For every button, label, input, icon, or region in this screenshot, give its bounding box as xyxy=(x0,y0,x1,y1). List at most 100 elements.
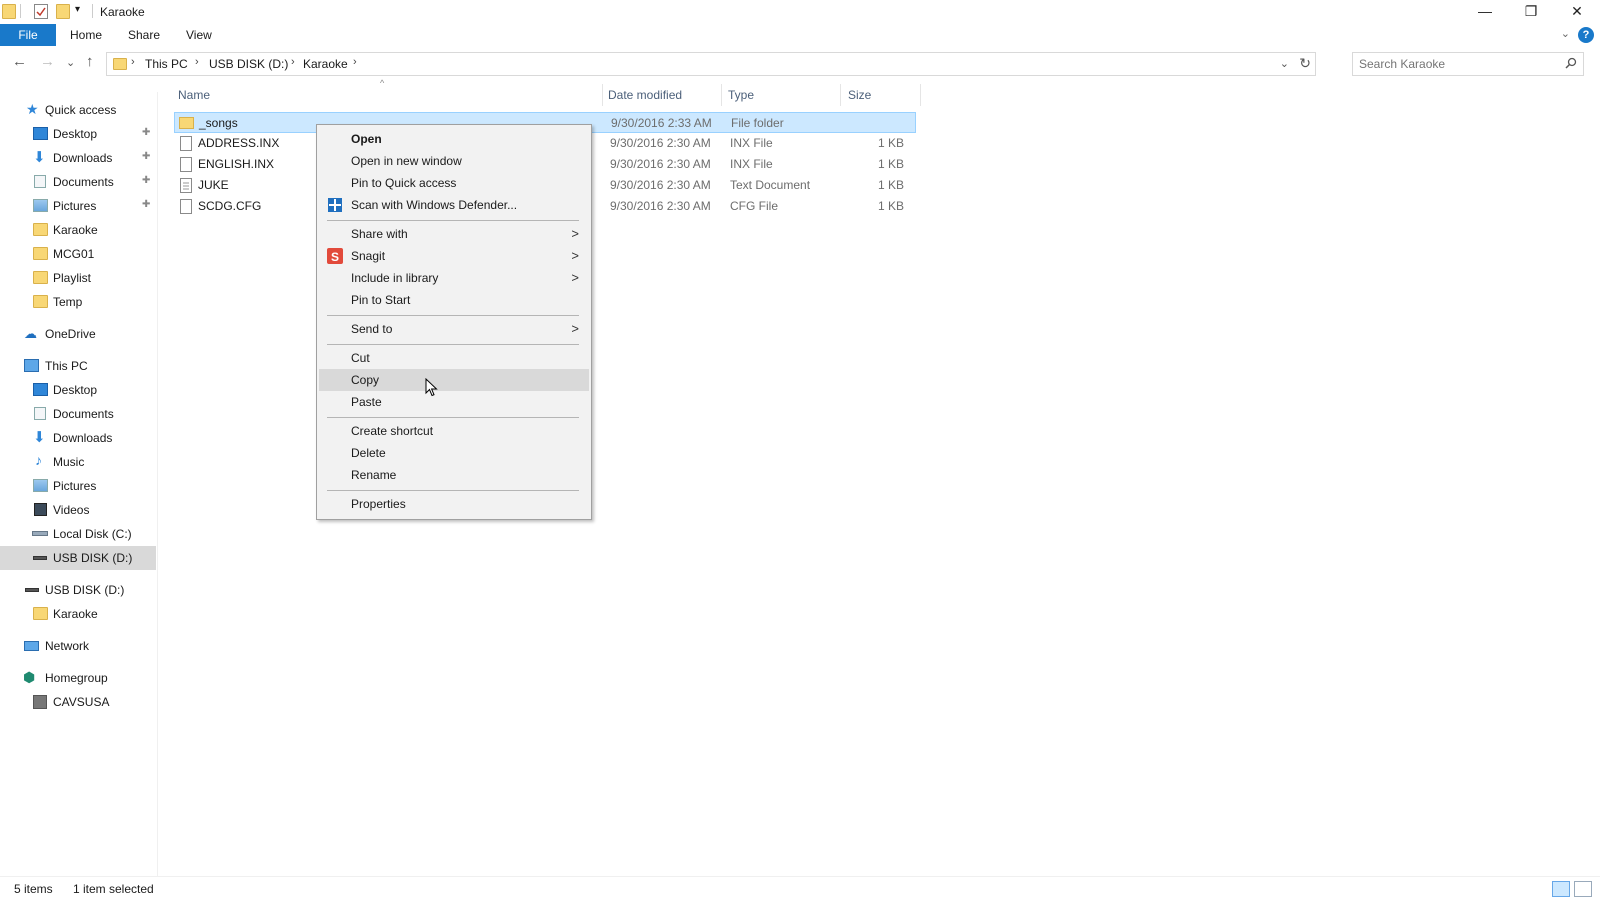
search-icon[interactable] xyxy=(1565,57,1577,69)
column-header-size[interactable]: Size xyxy=(848,88,871,102)
nav-item-usb-karaoke[interactable]: Karaoke xyxy=(0,602,156,626)
nav-item-pc-videos[interactable]: Videos xyxy=(0,498,156,522)
column-header-name[interactable]: Name xyxy=(178,88,210,102)
breadcrumb-separator[interactable]: › xyxy=(131,56,135,68)
menu-item-send-to[interactable]: Send to > xyxy=(319,318,589,340)
forward-button[interactable]: → xyxy=(40,53,55,70)
recent-locations-button[interactable]: ⌄ xyxy=(66,56,75,69)
menu-item-copy[interactable]: Copy xyxy=(319,369,589,391)
menu-item-paste[interactable]: Paste xyxy=(319,391,589,413)
pin-icon[interactable]: ✚ xyxy=(142,175,150,186)
breadcrumb-karaoke[interactable]: Karaoke xyxy=(303,57,348,71)
close-button[interactable]: ✕ xyxy=(1554,0,1600,22)
address-bar[interactable]: › This PC › USB DISK (D:) › Karaoke › ⌄ … xyxy=(106,52,1316,76)
menu-separator xyxy=(327,220,579,221)
nav-item-playlist[interactable]: Playlist xyxy=(0,266,156,290)
file-type: File folder xyxy=(731,116,784,130)
menu-item-scan-with-defender[interactable]: Scan with Windows Defender... xyxy=(319,194,589,216)
column-header-type[interactable]: Type xyxy=(728,88,754,102)
tab-view[interactable]: View xyxy=(186,24,212,46)
tab-share[interactable]: Share xyxy=(128,24,160,46)
navigation-pane: ★ Quick access Desktop ✚ ⬇ Downloads ✚ D… xyxy=(0,92,158,876)
nav-label: USB DISK (D:) xyxy=(53,551,133,565)
menu-item-include-in-library[interactable]: Include in library > xyxy=(319,267,589,289)
nav-item-cavsusa[interactable]: CAVSUSA xyxy=(0,690,156,714)
nav-item-mcg01[interactable]: MCG01 xyxy=(0,242,156,266)
breadcrumb-separator[interactable]: › xyxy=(291,56,295,68)
nav-label: Desktop xyxy=(53,127,98,141)
refresh-button[interactable]: ↻ xyxy=(1299,55,1311,72)
pin-icon[interactable]: ✚ xyxy=(142,199,150,210)
menu-item-snagit[interactable]: S Snagit > xyxy=(319,245,589,267)
nav-item-documents[interactable]: Documents ✚ xyxy=(0,170,156,194)
menu-item-open[interactable]: Open xyxy=(319,128,589,150)
nav-this-pc[interactable]: This PC xyxy=(0,354,156,378)
pin-icon[interactable]: ✚ xyxy=(142,151,150,162)
nav-quick-access[interactable]: ★ Quick access xyxy=(0,98,156,122)
search-input[interactable] xyxy=(1359,56,1549,72)
nav-item-pc-downloads[interactable]: ⬇ Downloads xyxy=(0,426,156,450)
tab-home[interactable]: Home xyxy=(70,24,102,46)
nav-onedrive[interactable]: ☁ OneDrive xyxy=(0,322,156,346)
menu-item-label: Rename xyxy=(351,468,397,482)
nav-item-karaoke[interactable]: Karaoke xyxy=(0,218,156,242)
nav-item-local-disk[interactable]: Local Disk (C:) xyxy=(0,522,156,546)
nav-homegroup[interactable]: ⬢ Homegroup xyxy=(0,666,156,690)
minimize-button[interactable]: — xyxy=(1462,0,1508,22)
tab-file[interactable]: File xyxy=(0,24,56,46)
nav-network[interactable]: Network xyxy=(0,634,156,658)
nav-item-pc-desktop[interactable]: Desktop xyxy=(0,378,156,402)
documents-icon xyxy=(34,407,46,420)
details-view-button[interactable] xyxy=(1552,881,1570,897)
nav-label: USB DISK (D:) xyxy=(45,583,125,597)
nav-item-temp[interactable]: Temp xyxy=(0,290,156,314)
menu-item-delete[interactable]: Delete xyxy=(319,442,589,464)
breadcrumb-this-pc[interactable]: This PC xyxy=(145,57,188,71)
back-button[interactable]: ← xyxy=(12,53,27,70)
drive-icon xyxy=(32,531,48,536)
nav-label: Homegroup xyxy=(45,671,108,685)
nav-item-pc-documents[interactable]: Documents xyxy=(0,402,156,426)
nav-label: This PC xyxy=(45,359,88,373)
column-header-date-modified[interactable]: Date modified xyxy=(608,88,682,102)
breadcrumb-separator[interactable]: › xyxy=(195,56,199,68)
pictures-icon xyxy=(33,199,48,212)
breadcrumb-separator[interactable]: › xyxy=(353,56,357,68)
nav-item-desktop[interactable]: Desktop ✚ xyxy=(0,122,156,146)
menu-item-share-with[interactable]: Share with > xyxy=(319,223,589,245)
menu-item-rename[interactable]: Rename xyxy=(319,464,589,486)
chevron-down-icon[interactable]: ⌄ xyxy=(1561,27,1570,40)
nav-item-pictures[interactable]: Pictures ✚ xyxy=(0,194,156,218)
menu-item-pin-to-start[interactable]: Pin to Start xyxy=(319,289,589,311)
search-box[interactable] xyxy=(1352,52,1584,76)
file-date: 9/30/2016 2:30 AM xyxy=(610,178,711,192)
column-divider[interactable] xyxy=(721,84,722,106)
nav-usb-disk[interactable]: USB DISK (D:) xyxy=(0,578,156,602)
menu-item-open-in-new-window[interactable]: Open in new window xyxy=(319,150,589,172)
properties-icon[interactable] xyxy=(34,4,48,19)
mouse-cursor-icon xyxy=(425,377,439,398)
up-button[interactable]: ↑ xyxy=(86,53,94,70)
menu-item-properties[interactable]: Properties xyxy=(319,493,589,515)
nav-item-usb-disk[interactable]: USB DISK (D:) xyxy=(0,546,156,570)
nav-item-pc-pictures[interactable]: Pictures xyxy=(0,474,156,498)
menu-item-pin-to-quick-access[interactable]: Pin to Quick access xyxy=(319,172,589,194)
customize-quick-access-icon[interactable]: ▾ xyxy=(75,4,80,15)
new-folder-icon[interactable] xyxy=(56,4,70,19)
menu-item-label: Pin to Start xyxy=(351,293,411,307)
large-icons-view-button[interactable] xyxy=(1574,881,1592,897)
file-type: INX File xyxy=(730,136,773,150)
nav-item-downloads[interactable]: ⬇ Downloads ✚ xyxy=(0,146,156,170)
address-dropdown-button[interactable]: ⌄ xyxy=(1280,57,1289,70)
menu-item-create-shortcut[interactable]: Create shortcut xyxy=(319,420,589,442)
column-divider[interactable] xyxy=(920,84,921,106)
breadcrumb-usb-disk[interactable]: USB DISK (D:) xyxy=(209,57,288,71)
nav-item-pc-music[interactable]: ♪ Music xyxy=(0,450,156,474)
column-divider[interactable] xyxy=(840,84,841,106)
videos-icon xyxy=(34,503,47,516)
menu-item-cut[interactable]: Cut xyxy=(319,347,589,369)
restore-button[interactable]: ❐ xyxy=(1508,0,1554,22)
column-divider[interactable] xyxy=(602,84,603,106)
pin-icon[interactable]: ✚ xyxy=(142,127,150,138)
help-icon[interactable]: ? xyxy=(1578,27,1594,43)
